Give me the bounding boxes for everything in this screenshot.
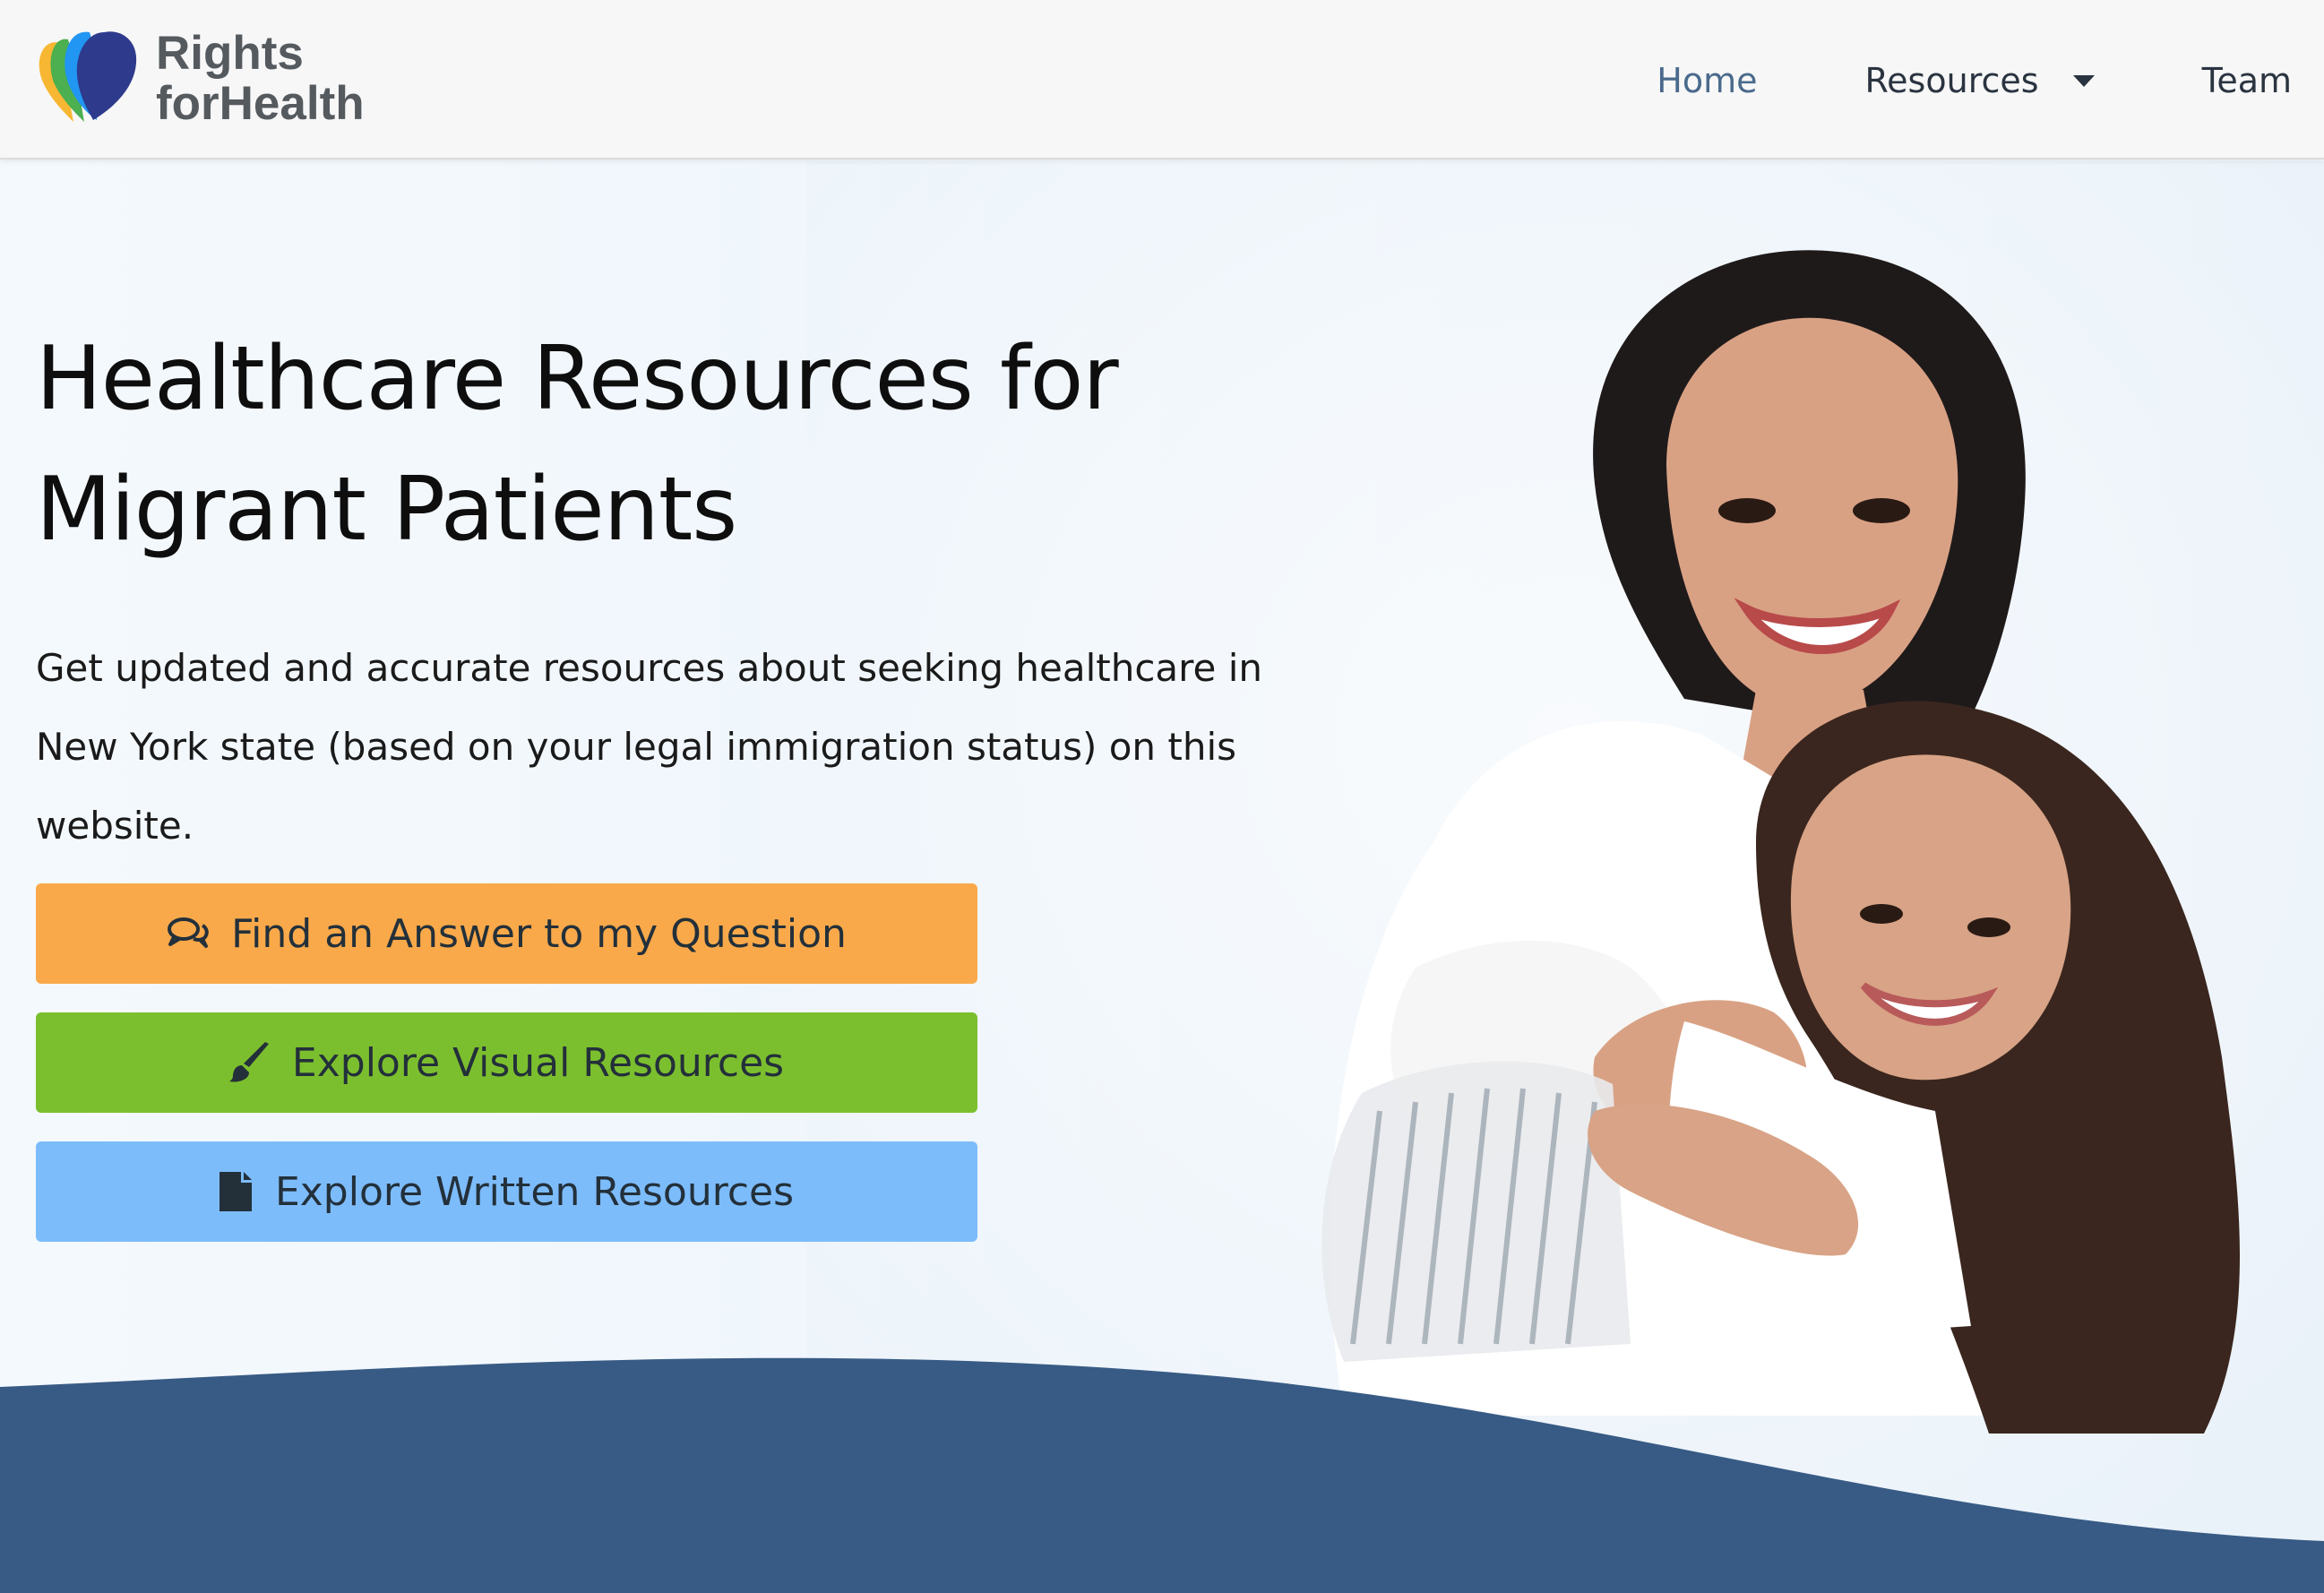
hero-subtitle: Get updated and accurate resources about… bbox=[36, 646, 1262, 848]
nav-home-link[interactable]: Home bbox=[1657, 61, 1757, 100]
heart-logo-icon bbox=[39, 31, 137, 122]
logo-line-1: Rights bbox=[156, 27, 304, 80]
comments-icon bbox=[168, 917, 209, 948]
explore-written-label: Explore Written Resources bbox=[274, 1168, 795, 1215]
find-answer-label: Find an Answer to my Question bbox=[231, 910, 847, 957]
top-navbar: Rights forHealth Home Resources Team bbox=[0, 0, 2324, 159]
hero-title-line-1: Healthcare Resources for bbox=[36, 328, 1119, 430]
find-answer-button[interactable]: Find an Answer to my Question bbox=[36, 883, 977, 984]
logo-line-2: forHealth bbox=[156, 77, 365, 130]
hero-title: Healthcare Resources for Migrant Patient… bbox=[36, 314, 1290, 575]
nav-resources-label: Resources bbox=[1864, 61, 2039, 100]
hero-section: Healthcare Resources for Migrant Patient… bbox=[0, 161, 2324, 1593]
nav-links: Home Resources Team bbox=[1657, 56, 2292, 106]
paintbrush-icon bbox=[228, 1042, 269, 1082]
footer-wave bbox=[0, 1357, 2324, 1593]
explore-visual-button[interactable]: Explore Visual Resources bbox=[36, 1012, 977, 1113]
nav-team-link[interactable]: Team bbox=[2202, 61, 2292, 100]
explore-visual-label: Explore Visual Resources bbox=[291, 1039, 785, 1086]
hero-title-line-2: Migrant Patients bbox=[36, 459, 737, 561]
explore-written-button[interactable]: Explore Written Resources bbox=[36, 1141, 977, 1242]
document-icon bbox=[219, 1172, 252, 1211]
caret-down-icon bbox=[2072, 74, 2095, 87]
nav-resources-dropdown[interactable]: Resources bbox=[1864, 61, 2095, 100]
logo-wordmark: Rights forHealth bbox=[156, 29, 365, 129]
site-logo[interactable]: Rights forHealth bbox=[34, 27, 392, 134]
hero-content: Healthcare Resources for Migrant Patient… bbox=[36, 314, 1290, 865]
